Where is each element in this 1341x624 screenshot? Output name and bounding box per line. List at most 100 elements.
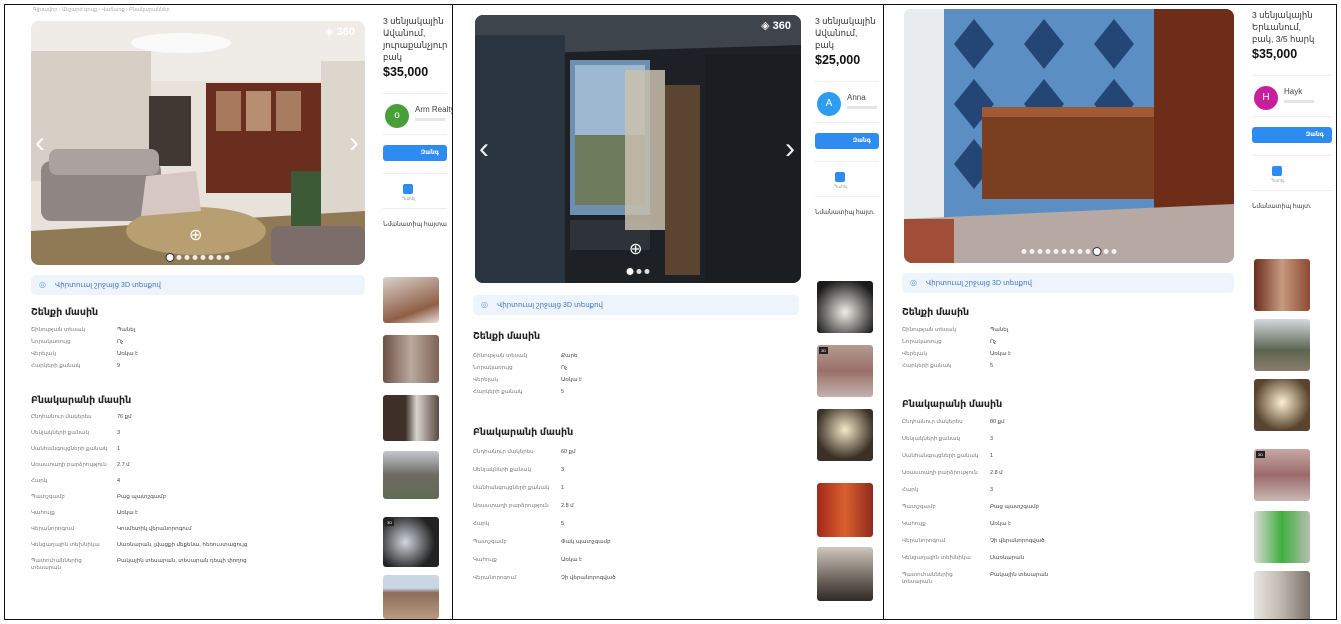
save-button[interactable]: Պահել bbox=[1252, 155, 1332, 191]
gallery-dot[interactable] bbox=[200, 255, 206, 260]
similar-listing-thumb[interactable] bbox=[383, 451, 439, 499]
detail-value: 3 bbox=[117, 430, 121, 436]
gallery-dot[interactable] bbox=[208, 255, 214, 260]
gallery-dots[interactable] bbox=[165, 253, 230, 262]
gallery-dot[interactable] bbox=[1061, 249, 1067, 254]
agent-card[interactable]: o Arm Realty bbox=[383, 93, 452, 135]
similar-listing-thumb[interactable] bbox=[1254, 571, 1310, 619]
gallery-dot[interactable] bbox=[625, 267, 635, 276]
gallery-dot[interactable] bbox=[1077, 249, 1083, 254]
gallery-dot[interactable] bbox=[1029, 249, 1035, 254]
virtual-tour-button[interactable]: Վիրտուալ շրջայց 3D տեսքով bbox=[902, 273, 1234, 293]
section-building-title: Շենքի մասին bbox=[473, 331, 541, 342]
detail-label: Սենյակների քանակ bbox=[902, 436, 960, 442]
save-label: Պահել bbox=[402, 196, 416, 201]
gallery-dot[interactable] bbox=[1053, 249, 1059, 254]
listing-price: $35,000 bbox=[1252, 47, 1298, 61]
listing-title: 3 սենյակային Ավանում, յուրաքանչյուր բակ bbox=[383, 16, 447, 62]
similar-listing-thumb[interactable] bbox=[383, 575, 439, 619]
detail-row: Սանհանգույցների քանակ 1 bbox=[902, 453, 993, 460]
similar-listings-title: Նմանատիպ հայտ. bbox=[1252, 204, 1312, 210]
similar-listing-thumb[interactable] bbox=[383, 335, 439, 383]
similar-listing-thumb[interactable] bbox=[817, 409, 873, 461]
gallery-dot[interactable] bbox=[192, 255, 198, 260]
gallery-dot[interactable] bbox=[165, 253, 175, 262]
similar-listing-thumb[interactable] bbox=[1254, 511, 1310, 563]
detail-label: Կենցաղային տեխնիկա bbox=[31, 542, 100, 548]
gallery-dots[interactable] bbox=[1021, 247, 1117, 256]
gallery-dots[interactable] bbox=[625, 267, 650, 276]
section-apartment-title: Բնակարանի մասին bbox=[902, 399, 1003, 410]
detail-label: Նորակառույց bbox=[473, 365, 513, 371]
detail-value: 2.7 մ bbox=[117, 462, 130, 468]
similar-listing-thumb[interactable] bbox=[817, 483, 873, 537]
gallery-dot[interactable] bbox=[1021, 249, 1027, 254]
detail-row: Շինության տեսակ Պանել bbox=[902, 327, 1008, 334]
chevron-left-icon[interactable]: ‹ bbox=[35, 128, 45, 158]
similar-listing-thumb[interactable] bbox=[383, 395, 439, 441]
agent-card[interactable]: H Hayk bbox=[1252, 75, 1332, 117]
gallery-dot[interactable] bbox=[644, 269, 650, 274]
detail-value: Պանել bbox=[990, 327, 1009, 333]
similar-listing-thumb[interactable] bbox=[383, 277, 439, 323]
panorama-360-icon[interactable]: ◈ 360 bbox=[761, 19, 791, 32]
avatar: H bbox=[1254, 86, 1278, 110]
thumb-badge: 3D bbox=[385, 519, 395, 526]
breadcrumb[interactable]: Գլխավոր › Անշարժ գույք › Վաճառք › Բնակար… bbox=[33, 7, 170, 13]
detail-value: Փակ պատշգամբ bbox=[561, 539, 611, 545]
gallery-dot[interactable] bbox=[1111, 249, 1117, 254]
detail-label: Սենյակների քանակ bbox=[473, 467, 531, 473]
gallery-dot[interactable] bbox=[176, 255, 182, 260]
photo-gallery[interactable] bbox=[904, 9, 1234, 263]
similar-listing-thumb[interactable]: 3D bbox=[383, 517, 439, 567]
detail-label: Կահույք bbox=[473, 557, 497, 563]
save-button[interactable]: Պահել bbox=[815, 161, 879, 197]
zoom-in-icon[interactable]: ⊕ bbox=[189, 225, 202, 245]
photo-gallery[interactable]: ◈ 360 ‹ › ⊕ bbox=[475, 15, 801, 283]
chevron-right-icon[interactable]: › bbox=[785, 134, 795, 164]
detail-row: Հարկերի քանակ 5 bbox=[902, 363, 993, 370]
similar-listing-thumb[interactable] bbox=[817, 547, 873, 601]
virtual-tour-button[interactable]: Վիրտուալ շրջայց 3D տեսքով bbox=[473, 295, 799, 315]
gallery-dot[interactable] bbox=[636, 269, 642, 274]
gallery-dot[interactable] bbox=[1069, 249, 1075, 254]
detail-row: Հարկերի քանակ 9 bbox=[31, 363, 120, 370]
gallery-dot[interactable] bbox=[1037, 249, 1043, 254]
detail-row: Վերանորոգում Կոսմետիկ վերանորոգում bbox=[31, 526, 192, 533]
zoom-in-icon[interactable]: ⊕ bbox=[629, 239, 642, 259]
agent-card[interactable]: A Anna bbox=[815, 81, 879, 123]
detail-label: Վերանորոգում bbox=[902, 538, 946, 544]
panorama-360-icon[interactable]: ◈ 360 bbox=[325, 25, 355, 38]
section-apartment-title: Բնակարանի մասին bbox=[31, 395, 132, 406]
chevron-right-icon[interactable]: › bbox=[349, 128, 359, 158]
similar-listing-thumb[interactable]: 3D bbox=[817, 345, 873, 397]
detail-label: Սանհանգույցների քանակ bbox=[31, 446, 108, 452]
photo-gallery[interactable]: ◈ 360 ‹ › ⊕ bbox=[31, 21, 365, 265]
detail-label: Հարկ bbox=[31, 478, 48, 484]
virtual-tour-button[interactable]: Վիրտուալ շրջայց 3D տեսքով bbox=[31, 275, 365, 295]
similar-listing-thumb[interactable] bbox=[1254, 319, 1310, 371]
similar-listing-thumb[interactable] bbox=[1254, 259, 1310, 311]
detail-value: 3 bbox=[561, 467, 565, 473]
save-button[interactable]: Պահել bbox=[383, 173, 447, 209]
detail-label: Շինության տեսակ bbox=[902, 327, 957, 333]
gallery-dot[interactable] bbox=[1085, 249, 1091, 254]
gallery-dot[interactable] bbox=[1103, 249, 1109, 254]
agent-meta bbox=[415, 118, 445, 121]
similar-listing-thumb[interactable] bbox=[1254, 379, 1310, 431]
gallery-dot[interactable] bbox=[1092, 247, 1102, 256]
call-button[interactable]: Զանգ bbox=[1252, 127, 1332, 143]
detail-value: Առկա է bbox=[561, 557, 582, 563]
detail-row: Կահույք Առկա է bbox=[902, 521, 1011, 528]
similar-listing-thumb[interactable]: 3D bbox=[1254, 449, 1310, 501]
gallery-dot[interactable] bbox=[216, 255, 222, 260]
chevron-left-icon[interactable]: ‹ bbox=[479, 134, 489, 164]
similar-listing-thumb[interactable] bbox=[817, 281, 873, 333]
call-button[interactable]: Զանգ bbox=[815, 133, 879, 149]
listing-price: $35,000 bbox=[383, 65, 429, 79]
gallery-dot[interactable] bbox=[224, 255, 230, 260]
detail-row: Առաստաղի բարձրություն 2.8 մ bbox=[473, 503, 574, 510]
gallery-dot[interactable] bbox=[184, 255, 190, 260]
gallery-dot[interactable] bbox=[1045, 249, 1051, 254]
call-button[interactable]: Զանգ bbox=[383, 145, 447, 161]
